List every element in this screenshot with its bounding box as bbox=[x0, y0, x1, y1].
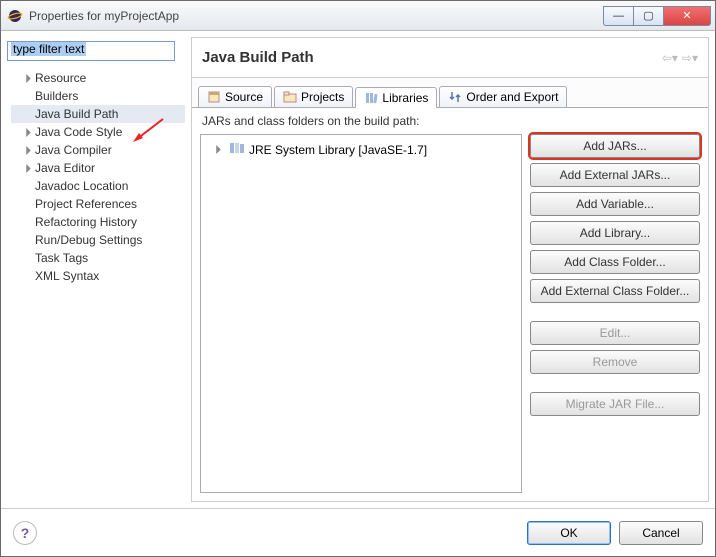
tree-item[interactable]: Java Editor bbox=[11, 159, 185, 177]
tree-item[interactable]: Javadoc Location bbox=[11, 177, 185, 195]
expander-icon[interactable] bbox=[23, 145, 33, 155]
tree-item-label: Java Compiler bbox=[35, 143, 112, 157]
forward-icon[interactable]: ⇨▾ bbox=[682, 51, 698, 65]
tree-item-label: Builders bbox=[35, 89, 78, 103]
tree-item[interactable]: Task Tags bbox=[11, 249, 185, 267]
tree-item-label: Run/Debug Settings bbox=[35, 233, 142, 247]
tab-libraries[interactable]: Libraries bbox=[355, 87, 437, 108]
tree-item[interactable]: Java Code Style bbox=[11, 123, 185, 141]
tree-item-label: Resource bbox=[35, 71, 86, 85]
footer: ? OK Cancel bbox=[1, 508, 715, 556]
titlebar: Properties for myProjectApp — ▢ ✕ bbox=[1, 1, 715, 31]
expander-icon bbox=[23, 271, 33, 281]
ok-button[interactable]: OK bbox=[527, 521, 611, 545]
tree-item-label: Java Editor bbox=[35, 161, 95, 175]
tab-label: Projects bbox=[301, 90, 344, 104]
add-variable-button[interactable]: Add Variable... bbox=[530, 192, 700, 216]
expander-icon bbox=[23, 253, 33, 263]
expander-icon bbox=[23, 109, 33, 119]
content-pane: Java Build Path ⇦▾ ⇨▾ Source Projects Libr… bbox=[191, 37, 709, 502]
jar-tree-item[interactable]: JRE System Library [JavaSE-1.7] bbox=[205, 139, 517, 160]
tree-item-label: Refactoring History bbox=[35, 215, 137, 229]
tree-item-label: Project References bbox=[35, 197, 137, 211]
page-title: Java Build Path bbox=[202, 49, 662, 66]
tab-source[interactable]: Source bbox=[198, 86, 272, 107]
tree-item[interactable]: Project References bbox=[11, 195, 185, 213]
expander-icon[interactable] bbox=[213, 145, 223, 155]
tree-item[interactable]: Refactoring History bbox=[11, 213, 185, 231]
tree-item-label: Java Build Path bbox=[35, 107, 118, 121]
button-column: Add JARs... Add External JARs... Add Var… bbox=[530, 134, 700, 493]
tab-label: Order and Export bbox=[466, 90, 558, 104]
category-pane: type filter text Resource Builders Java Bu… bbox=[7, 37, 185, 502]
edit-button[interactable]: Edit... bbox=[530, 321, 700, 345]
jar-item-label: JRE System Library [JavaSE-1.7] bbox=[249, 143, 427, 157]
dialog-body: type filter text Resource Builders Java Bu… bbox=[1, 31, 715, 508]
tabstrip: Source Projects Libraries Order and Export bbox=[192, 78, 708, 108]
add-jars-button[interactable]: Add JARs... bbox=[530, 134, 700, 158]
cancel-button[interactable]: Cancel bbox=[619, 521, 703, 545]
properties-dialog: Properties for myProjectApp — ▢ ✕ type f… bbox=[0, 0, 716, 557]
add-class-folder-button[interactable]: Add Class Folder... bbox=[530, 250, 700, 274]
expander-icon bbox=[23, 217, 33, 227]
window-title: Properties for myProjectApp bbox=[29, 9, 603, 23]
expander-icon bbox=[23, 181, 33, 191]
minimize-button[interactable]: — bbox=[603, 6, 633, 26]
library-icon bbox=[229, 141, 245, 158]
expander-icon[interactable] bbox=[23, 163, 33, 173]
add-external-class-folder-button[interactable]: Add External Class Folder... bbox=[530, 279, 700, 303]
content-row: JRE System Library [JavaSE-1.7] Add JARs… bbox=[192, 134, 708, 501]
tree-item[interactable]: Run/Debug Settings bbox=[11, 231, 185, 249]
tab-projects[interactable]: Projects bbox=[274, 86, 353, 107]
expander-icon[interactable] bbox=[23, 127, 33, 137]
libraries-icon bbox=[364, 91, 378, 105]
tree-item[interactable]: Java Compiler bbox=[11, 141, 185, 159]
jar-tree[interactable]: JRE System Library [JavaSE-1.7] bbox=[200, 134, 522, 493]
tree-item[interactable]: Java Build Path bbox=[11, 105, 185, 123]
tree-item[interactable]: Builders bbox=[11, 87, 185, 105]
tree-item[interactable]: XML Syntax bbox=[11, 267, 185, 285]
page-header: Java Build Path ⇦▾ ⇨▾ bbox=[192, 38, 708, 78]
tree-item[interactable]: Resource bbox=[11, 69, 185, 87]
maximize-button[interactable]: ▢ bbox=[633, 6, 663, 26]
add-library-button[interactable]: Add Library... bbox=[530, 221, 700, 245]
tab-label: Source bbox=[225, 90, 263, 104]
expander-icon[interactable] bbox=[23, 73, 33, 83]
expander-icon bbox=[23, 235, 33, 245]
migrate-jar-button[interactable]: Migrate JAR File... bbox=[530, 392, 700, 416]
tab-label: Libraries bbox=[382, 91, 428, 105]
expander-icon bbox=[23, 199, 33, 209]
tree-item-label: Java Code Style bbox=[35, 125, 122, 139]
window-controls: — ▢ ✕ bbox=[603, 6, 711, 26]
order-and-export-icon bbox=[448, 90, 462, 104]
projects-icon bbox=[283, 90, 297, 104]
nav-arrows: ⇦▾ ⇨▾ bbox=[662, 51, 698, 65]
add-external-jars-button[interactable]: Add External JARs... bbox=[530, 163, 700, 187]
category-tree[interactable]: Resource Builders Java Build Path Java Code… bbox=[7, 69, 185, 502]
subheader: JARs and class folders on the build path… bbox=[192, 108, 708, 134]
back-icon[interactable]: ⇦▾ bbox=[662, 51, 678, 65]
source-icon bbox=[207, 90, 221, 104]
remove-button[interactable]: Remove bbox=[530, 350, 700, 374]
help-button[interactable]: ? bbox=[13, 521, 37, 545]
tab-order-and-export[interactable]: Order and Export bbox=[439, 86, 567, 107]
close-button[interactable]: ✕ bbox=[663, 6, 711, 26]
tree-item-label: XML Syntax bbox=[35, 269, 99, 283]
tree-item-label: Task Tags bbox=[35, 251, 88, 265]
eclipse-icon bbox=[7, 8, 23, 24]
expander-icon bbox=[23, 91, 33, 101]
filter-input[interactable]: type filter text bbox=[7, 41, 175, 61]
tree-item-label: Javadoc Location bbox=[35, 179, 128, 193]
